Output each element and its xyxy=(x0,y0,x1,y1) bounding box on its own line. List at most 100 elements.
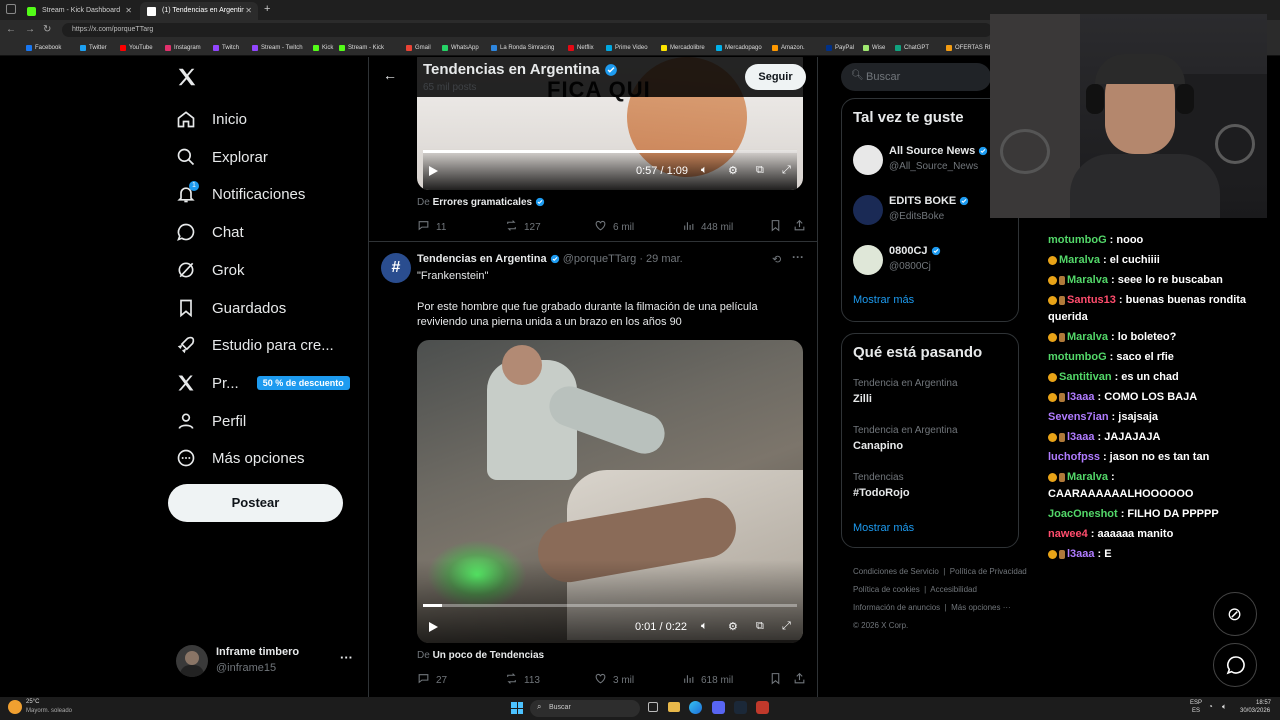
video-player[interactable]: 0:01 / 0:22 🔈︎ ⚙︎ ⧉ ⤢ xyxy=(417,340,803,643)
trend-item[interactable]: Tendencia en Argentina Zilli xyxy=(853,378,1013,405)
show-more-link[interactable]: Mostrar más xyxy=(853,522,914,534)
suggestion-item[interactable]: EDITS BOKE @EditsBoke xyxy=(853,191,1013,231)
chat-username[interactable]: Maralva xyxy=(1067,274,1108,286)
chat-username[interactable]: l3aaa xyxy=(1067,391,1095,403)
views-button[interactable]: 448 mil xyxy=(682,219,733,235)
volume-icon[interactable]: 🔈︎ xyxy=(701,164,708,177)
play-icon[interactable] xyxy=(427,621,439,636)
source-link[interactable]: Errores gramaticales xyxy=(433,197,533,208)
post-handle[interactable]: @porqueTTarg xyxy=(563,253,637,265)
bookmark-item[interactable]: Kick xyxy=(313,43,333,53)
reload-icon[interactable]: ↻ xyxy=(43,22,51,38)
account-switcher[interactable]: Inframe timbero @inframe15 ··· xyxy=(176,644,356,678)
sidebar-item-notificaciones[interactable]: 1 Notificaciones xyxy=(176,178,305,210)
suggestion-item[interactable]: All Source News @All_Source_News xyxy=(853,141,1013,181)
play-icon[interactable] xyxy=(427,165,439,180)
chat-username[interactable]: motumboG xyxy=(1048,351,1107,363)
share-icon[interactable] xyxy=(793,219,812,232)
settings-icon[interactable]: ⚙︎ xyxy=(728,164,738,177)
footer-link[interactable]: Información de anuncios xyxy=(853,603,940,612)
trend-item[interactable]: Tendencia en Argentina Canapino xyxy=(853,425,1013,452)
chat-username[interactable]: Maralva xyxy=(1067,471,1108,483)
chat-username[interactable]: l3aaa xyxy=(1067,548,1095,560)
bookmark-icon[interactable] xyxy=(769,219,788,232)
fullscreen-icon[interactable]: ⤢ xyxy=(782,164,791,177)
chat-username[interactable]: motumboG xyxy=(1048,234,1107,246)
follow-button[interactable]: Seguir xyxy=(745,64,806,90)
grok-fab[interactable]: ⊘ xyxy=(1213,592,1257,636)
volume-icon[interactable]: 🔈︎ xyxy=(701,620,708,633)
close-tab-icon[interactable]: ✕ xyxy=(125,2,132,20)
bookmark-item[interactable]: Twitter xyxy=(80,43,107,53)
bookmark-item[interactable]: Stream - Kick xyxy=(339,43,384,53)
bookmark-item[interactable]: Stream - Twitch xyxy=(252,43,303,53)
x-logo-icon[interactable] xyxy=(176,66,198,93)
chat-username[interactable]: Santitivan xyxy=(1059,371,1112,383)
file-explorer-icon[interactable] xyxy=(668,702,680,712)
sidebar-item-chat[interactable]: Chat xyxy=(176,216,244,248)
back-icon[interactable]: ← xyxy=(6,22,16,38)
tab-menu-icon[interactable] xyxy=(6,4,16,14)
clock-time[interactable]: 18:57 xyxy=(1256,700,1271,706)
avatar[interactable]: # xyxy=(381,253,411,283)
url-input[interactable]: https://x.com/porqueTTarg xyxy=(62,23,992,37)
suggestion-item[interactable]: 0800CJ @0800Cj xyxy=(853,241,1013,281)
chat-fab[interactable] xyxy=(1213,643,1257,687)
discord-icon[interactable] xyxy=(712,701,725,714)
bookmark-item[interactable]: La Ronda Simracing xyxy=(491,43,554,53)
reply-button[interactable]: 11 xyxy=(417,219,446,235)
bookmark-item[interactable]: PayPal xyxy=(826,43,854,53)
footer-link[interactable]: Accesibilidad xyxy=(930,585,977,594)
chat-username[interactable]: Maralva xyxy=(1067,331,1108,343)
chat-username[interactable]: Santus13 xyxy=(1067,294,1116,306)
bookmark-item[interactable]: Mercadopago xyxy=(716,43,762,53)
chat-username[interactable]: l3aaa xyxy=(1067,431,1095,443)
speaker-icon[interactable]: 🔈︎ xyxy=(1222,702,1227,712)
wifi-icon[interactable]: ◔ xyxy=(1208,702,1213,711)
post-button[interactable]: Postear xyxy=(168,484,343,522)
search-input[interactable]: 🔍︎ Buscar xyxy=(841,63,991,91)
chat-username[interactable]: Sevens7ian xyxy=(1048,411,1109,423)
bookmark-item[interactable]: Gmail xyxy=(406,43,431,53)
footer-link[interactable]: Política de Privacidad xyxy=(950,567,1027,576)
bookmark-icon[interactable] xyxy=(769,672,788,685)
bookmark-item[interactable]: Wise xyxy=(863,43,885,53)
more-icon[interactable]: ··· xyxy=(792,250,804,264)
bookmark-item[interactable]: Netflix xyxy=(568,43,594,53)
taskbar-search[interactable]: ⌕ Buscar xyxy=(530,700,640,717)
sidebar-item-m-s-opciones[interactable]: Más opciones xyxy=(176,442,305,474)
new-tab-button[interactable]: + xyxy=(264,3,270,15)
more-icon[interactable]: ··· xyxy=(340,650,353,665)
grok-icon[interactable]: ⟲ xyxy=(772,253,781,266)
bookmark-item[interactable]: Twitch xyxy=(213,43,239,53)
bookmark-item[interactable]: Instagram xyxy=(165,43,201,53)
task-view-icon[interactable] xyxy=(648,702,658,712)
browser-tab-kick[interactable]: Stream - Kick Dashboard ✕ xyxy=(20,2,138,20)
pip-icon[interactable]: ⧉ xyxy=(756,620,764,633)
like-button[interactable]: 3 mil xyxy=(594,672,634,688)
footer-link[interactable]: Política de cookies xyxy=(853,585,920,594)
sidebar-item-grok[interactable]: Grok xyxy=(176,254,245,286)
language-indicator[interactable]: ESP xyxy=(1190,700,1202,706)
footer-link[interactable]: Más opciones ··· xyxy=(951,603,1011,612)
video-progress-track[interactable] xyxy=(423,150,797,153)
sidebar-item-estudio-para-cre-[interactable]: Estudio para cre... xyxy=(176,329,334,361)
sidebar-item-inicio[interactable]: Inicio xyxy=(176,103,247,135)
sidebar-item-pr-[interactable]: Pr... 50 % de descuento xyxy=(176,367,350,399)
footer-link[interactable]: Condiciones de Servicio xyxy=(853,567,939,576)
chat-username[interactable]: luchofpss xyxy=(1048,451,1100,463)
weather-icon[interactable] xyxy=(8,700,22,714)
pip-icon[interactable]: ⧉ xyxy=(756,164,764,177)
like-button[interactable]: 6 mil xyxy=(594,219,634,235)
bookmark-item[interactable]: YouTube xyxy=(120,43,153,53)
sidebar-item-explorar[interactable]: Explorar xyxy=(176,141,268,173)
bookmark-item[interactable]: Prime Video xyxy=(606,43,648,53)
chat-username[interactable]: nawee4 xyxy=(1048,528,1088,540)
post-date[interactable]: · 29 mar. xyxy=(639,253,682,265)
repost-button[interactable]: 113 xyxy=(505,672,540,688)
forward-icon[interactable]: → xyxy=(25,22,35,38)
share-icon[interactable] xyxy=(793,672,812,685)
promo-badge[interactable]: 50 % de descuento xyxy=(256,376,350,390)
edge-icon[interactable] xyxy=(689,701,702,714)
bookmark-item[interactable]: Amazon. xyxy=(772,43,805,53)
